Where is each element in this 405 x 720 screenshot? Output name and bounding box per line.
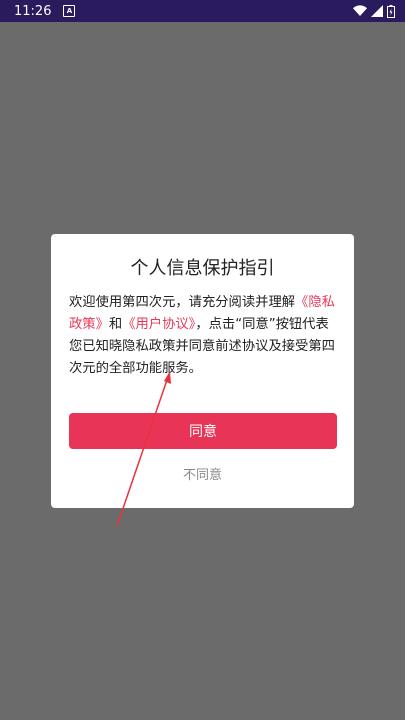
status-bar: 11:26 A <box>0 0 405 22</box>
dialog-text-and: 和 <box>108 317 123 332</box>
signal-icon <box>371 5 383 17</box>
status-left: 11:26 A <box>14 3 76 19</box>
privacy-dialog: 个人信息保护指引 欢迎使用第四次元，请充分阅读并理解《隐私政策》和《用户协议》，… <box>51 234 354 508</box>
user-agreement-link[interactable]: 《用户协议》 <box>122 317 195 332</box>
status-right <box>353 4 395 18</box>
status-time: 11:26 <box>14 3 52 19</box>
battery-icon <box>387 4 395 18</box>
dialog-message: 欢迎使用第四次元，请充分阅读并理解《隐私政策》和《用户协议》，点击“同意”按钮代… <box>69 292 337 380</box>
agree-button[interactable]: 同意 <box>69 413 337 449</box>
notification-icon: A <box>63 5 76 17</box>
dialog-title: 个人信息保护指引 <box>130 258 275 279</box>
wifi-icon <box>353 5 367 16</box>
disagree-button[interactable]: 不同意 <box>51 464 354 483</box>
dialog-text-intro: 欢迎使用第四次元，请充分阅读并理解 <box>69 295 296 310</box>
